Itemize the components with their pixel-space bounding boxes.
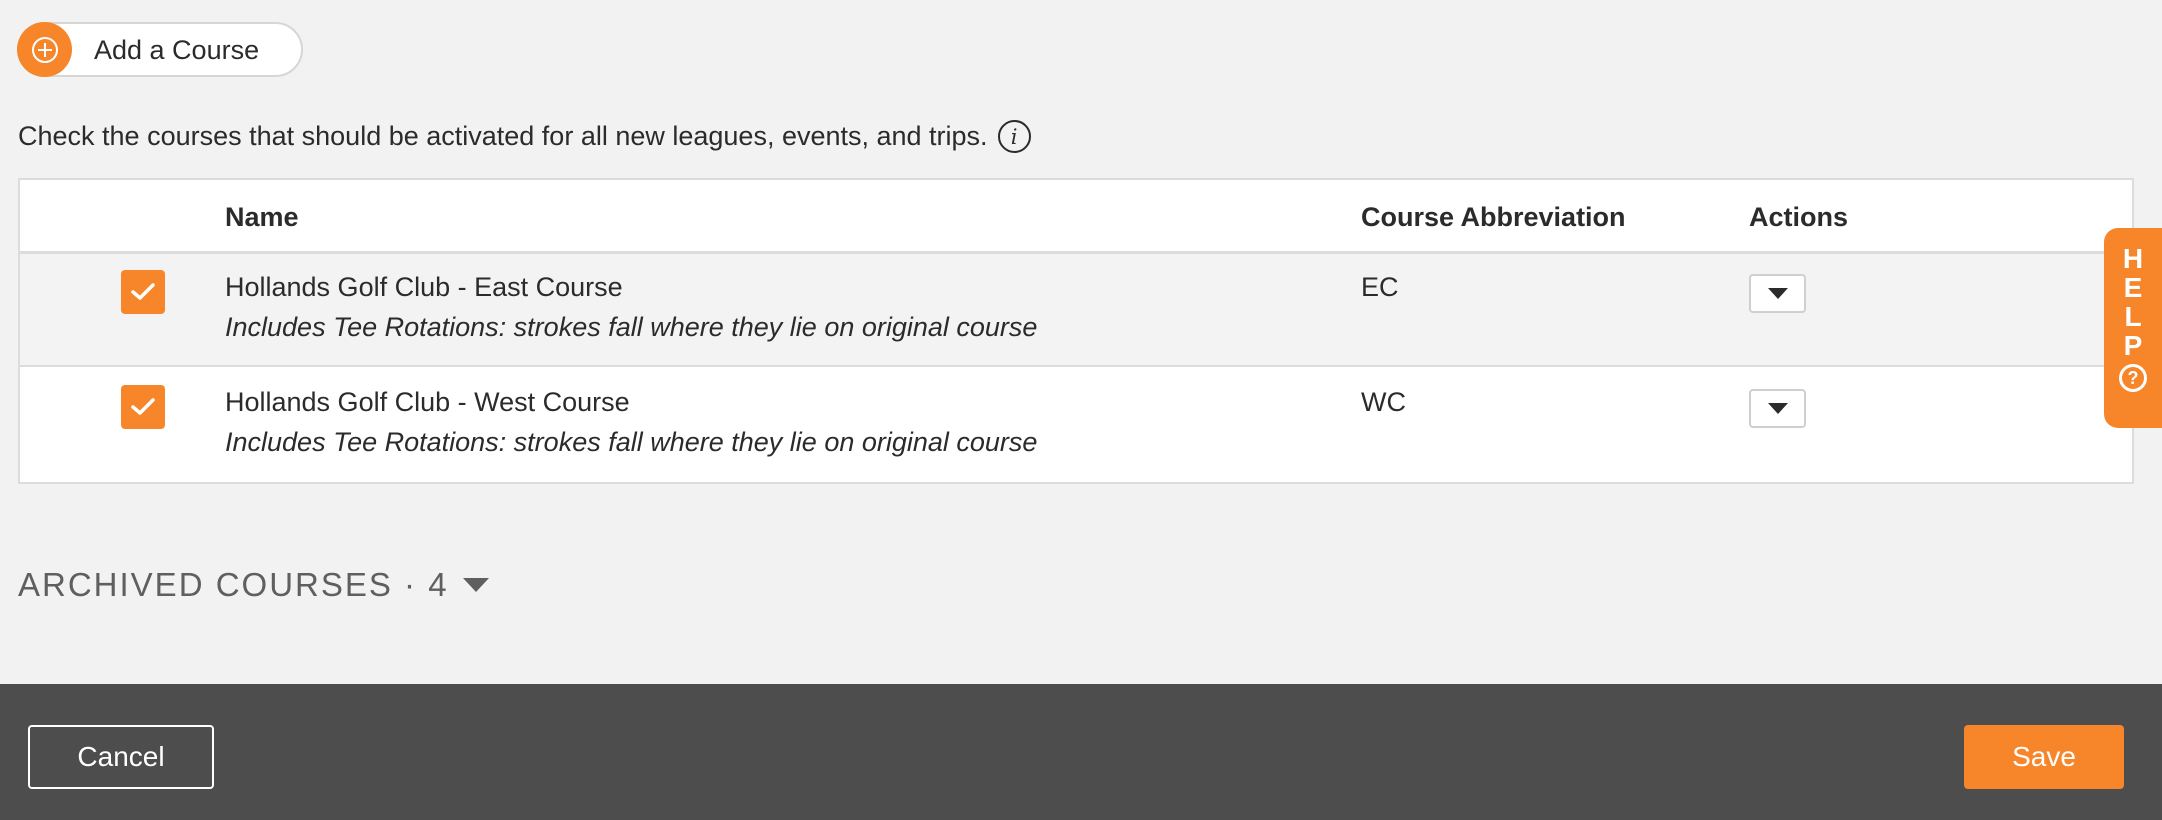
caret-down-icon: [462, 578, 489, 592]
caret-down-icon: [1767, 288, 1788, 299]
intro-text: Check the courses that should be activat…: [18, 121, 988, 151]
table-row: Hollands Golf Club - West Course Include…: [20, 369, 2132, 482]
actions-dropdown-button[interactable]: [1749, 274, 1806, 313]
footer-bar: Cancel Save: [0, 684, 2162, 820]
table-header: Name Course Abbreviation Actions: [20, 180, 2132, 254]
course-note: Includes Tee Rotations: strokes fall whe…: [225, 427, 1038, 457]
course-abbreviation: WC: [1361, 387, 1406, 417]
caret-down-icon: [1767, 403, 1788, 414]
checkmark-icon: [131, 398, 155, 415]
plus-circle-icon: [17, 22, 72, 77]
header-abbreviation: Course Abbreviation: [1361, 202, 1626, 232]
help-label: HELP: [2122, 243, 2144, 361]
courses-table: Name Course Abbreviation Actions Holland…: [18, 178, 2134, 484]
header-actions: Actions: [1749, 202, 1849, 232]
cancel-button[interactable]: Cancel: [28, 725, 214, 789]
save-button[interactable]: Save: [1964, 725, 2124, 789]
help-tab[interactable]: HELP ?: [2104, 228, 2162, 428]
actions-dropdown-button[interactable]: [1749, 389, 1806, 428]
question-circle-icon: ?: [2119, 364, 2147, 392]
info-icon[interactable]: i: [997, 120, 1031, 153]
course-checkbox[interactable]: [121, 270, 165, 314]
add-course-button[interactable]: Add a Course: [17, 22, 303, 77]
course-abbreviation: EC: [1361, 272, 1399, 302]
course-name: Hollands Golf Club - West Course: [225, 387, 630, 417]
checkmark-icon: [131, 283, 155, 300]
course-name: Hollands Golf Club - East Course: [225, 272, 623, 302]
table-row: Hollands Golf Club - East Course Include…: [20, 254, 2132, 367]
archived-courses-toggle[interactable]: ARCHIVED COURSES · 4: [18, 566, 489, 604]
header-name: Name: [225, 202, 299, 232]
add-course-label: Add a Course: [94, 35, 260, 65]
intro-text-row: Check the courses that should be activat…: [18, 120, 1031, 153]
course-checkbox[interactable]: [121, 385, 165, 429]
archived-courses-label: ARCHIVED COURSES · 4: [18, 566, 449, 603]
course-note: Includes Tee Rotations: strokes fall whe…: [225, 312, 1038, 342]
